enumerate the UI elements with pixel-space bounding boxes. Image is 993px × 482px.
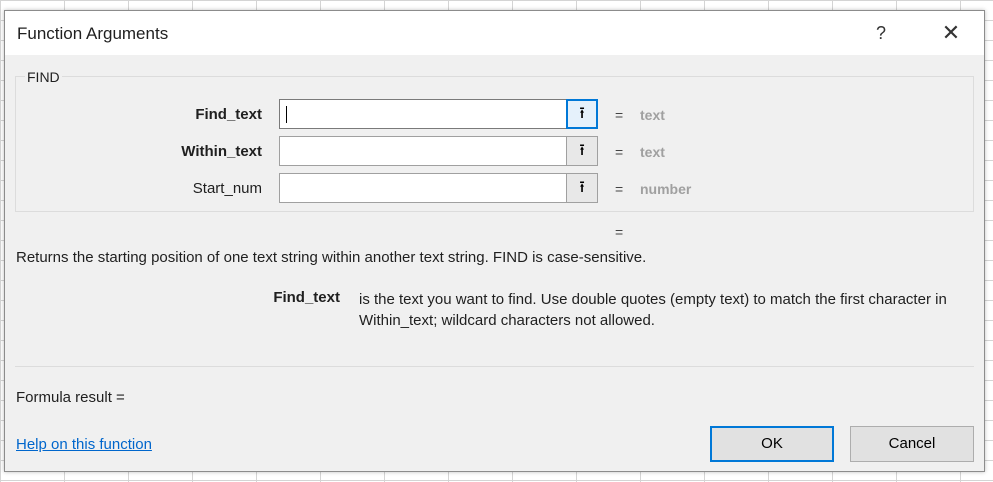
within-text-input[interactable] <box>279 136 567 166</box>
text-caret <box>286 106 287 123</box>
function-arguments-dialog: Function Arguments ? ✕ FIND Find_text ⭱ … <box>4 10 985 472</box>
equals-sign: = <box>615 107 624 123</box>
arg-label-start-num: Start_num <box>192 180 262 197</box>
function-name: FIND <box>25 69 62 85</box>
arg-label-find-text: Find_text <box>195 106 262 123</box>
function-description: Returns the starting position of one tex… <box>16 249 647 266</box>
divider <box>15 366 974 367</box>
arg-type-hint: number <box>640 181 692 197</box>
arg-description-text: is the text you want to find. Use double… <box>359 291 947 329</box>
function-result-equals: = <box>615 224 624 240</box>
equals-sign: = <box>615 181 624 197</box>
help-icon[interactable]: ? <box>861 17 901 49</box>
start-num-input[interactable] <box>279 173 567 203</box>
arg-description-name: Find_text <box>273 289 340 306</box>
close-icon[interactable]: ✕ <box>931 17 971 49</box>
cancel-button[interactable]: Cancel <box>850 426 974 462</box>
collapse-dialog-icon[interactable]: ⭱ <box>566 136 598 166</box>
formula-result: Formula result = <box>16 389 125 406</box>
title-bar[interactable]: Function Arguments ? ✕ <box>5 11 984 55</box>
dialog-title: Function Arguments <box>17 24 169 43</box>
arg-type-hint: text <box>640 144 665 160</box>
arg-type-hint: text <box>640 107 665 123</box>
find-text-input[interactable] <box>279 99 567 129</box>
ok-button[interactable]: OK <box>710 426 834 462</box>
collapse-dialog-icon[interactable]: ⭱ <box>566 173 598 203</box>
equals-sign: = <box>615 144 624 160</box>
collapse-dialog-icon[interactable]: ⭱ <box>566 99 598 129</box>
arg-label-within-text: Within_text <box>181 143 262 160</box>
help-on-function-link[interactable]: Help on this function <box>16 436 152 453</box>
